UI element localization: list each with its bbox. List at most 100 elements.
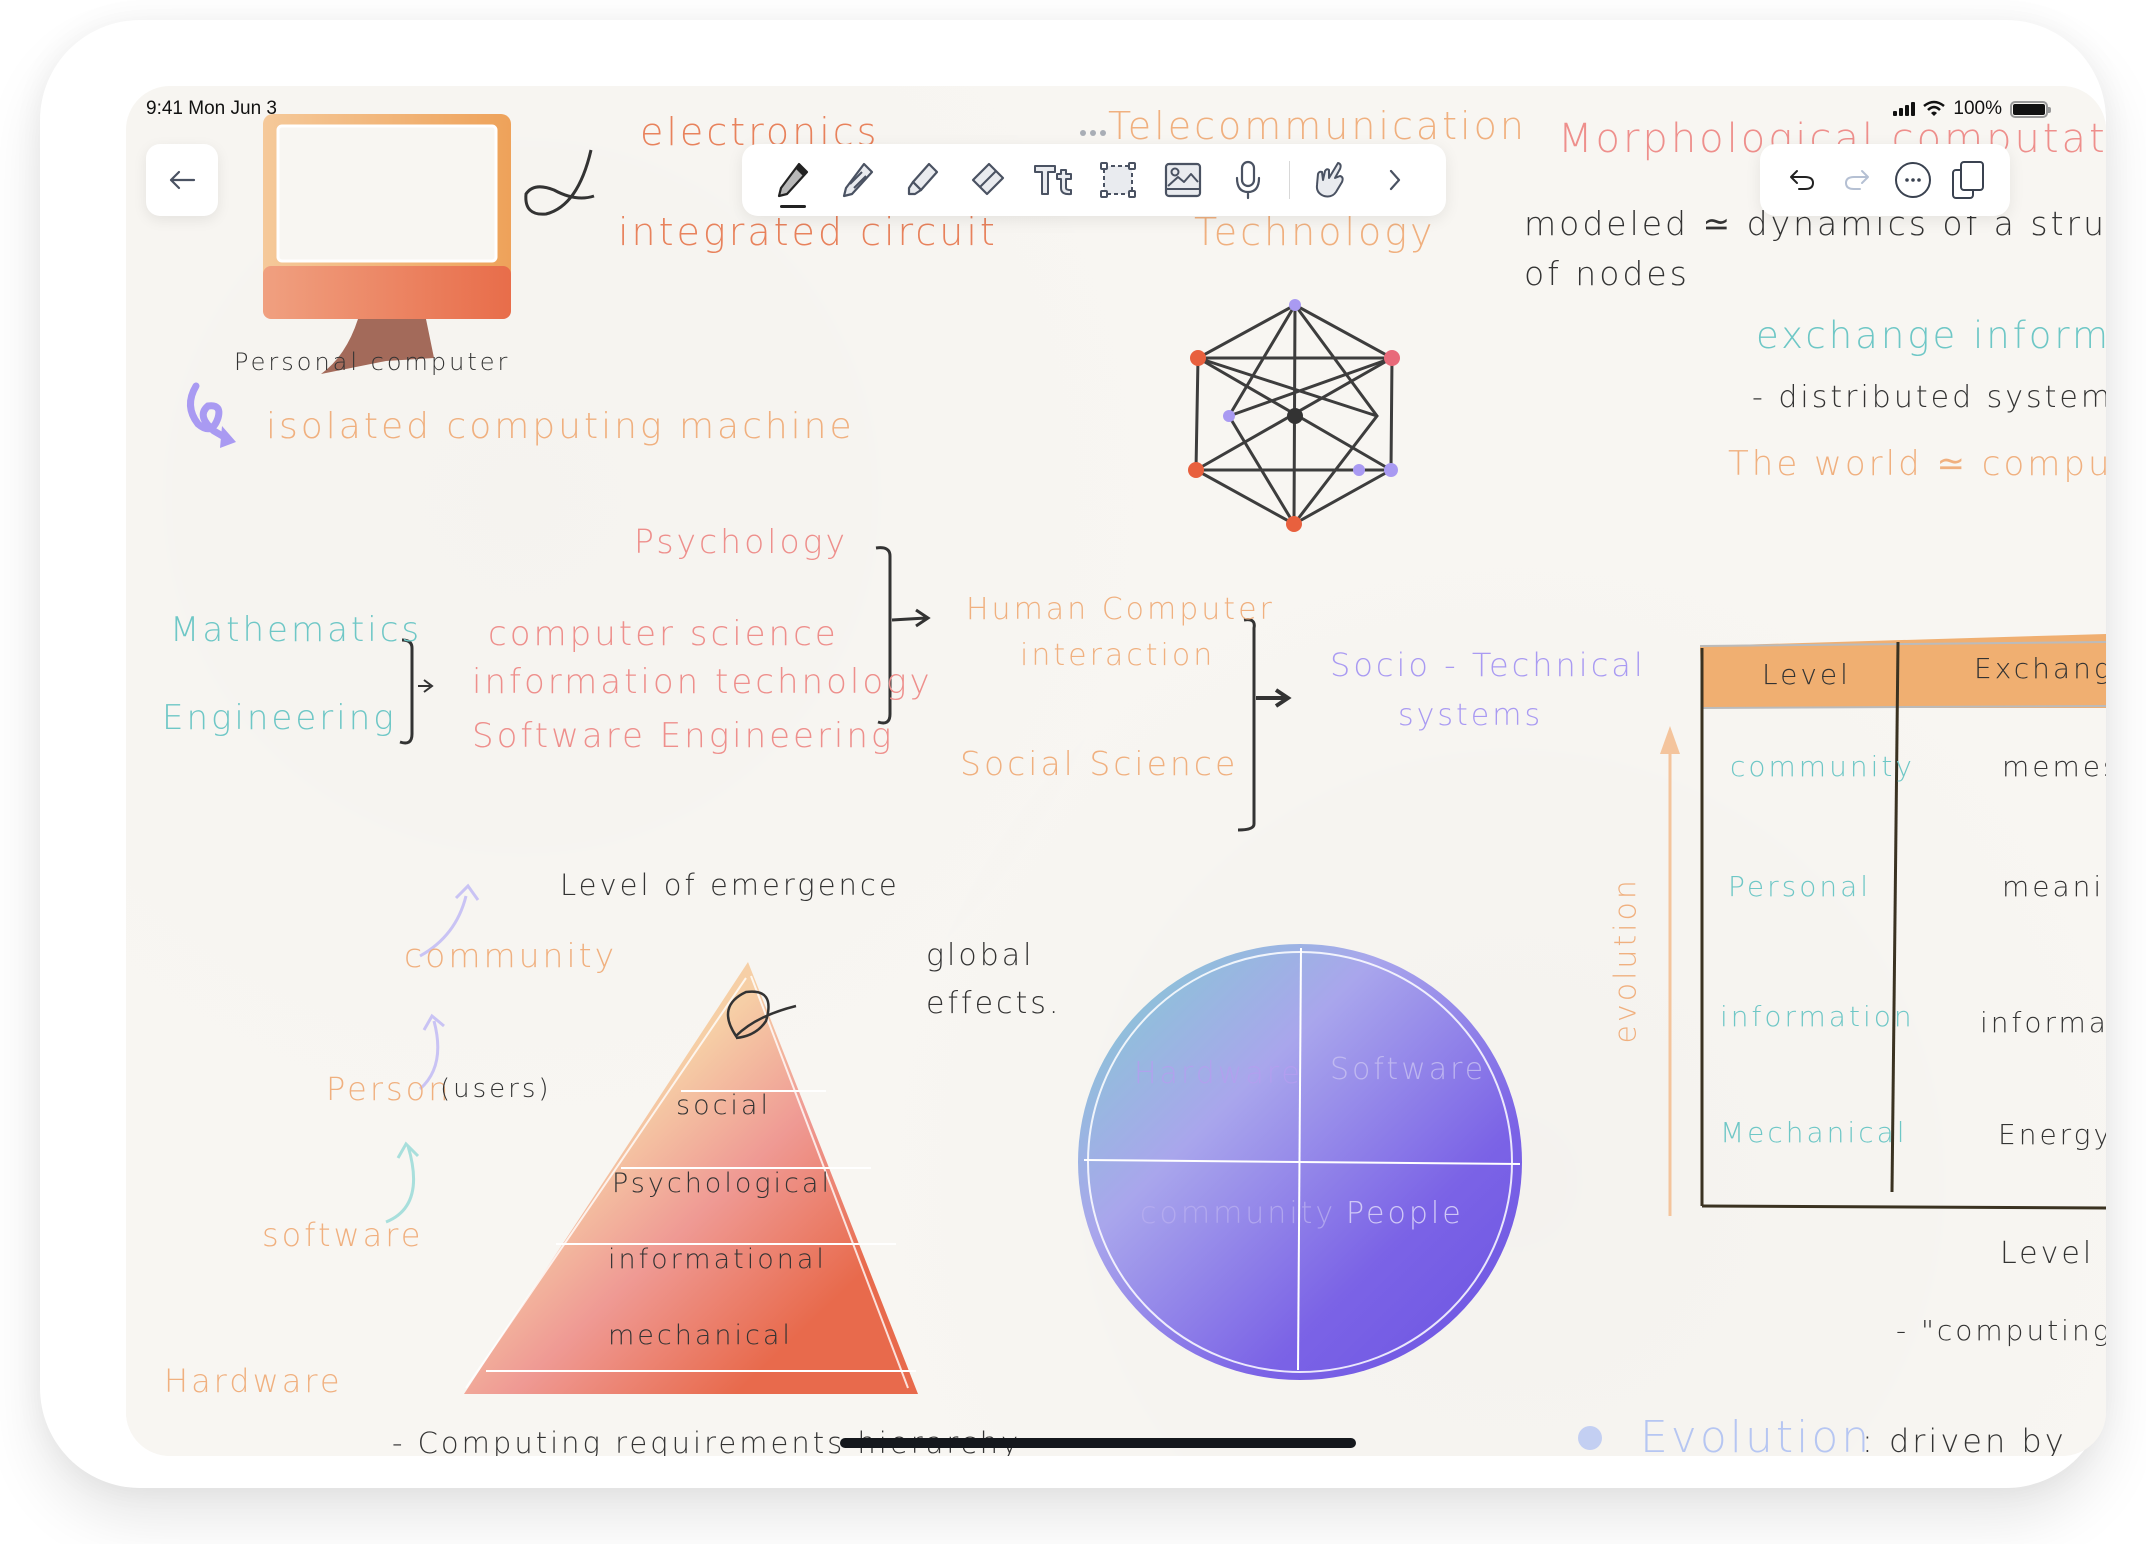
status-time: 9:41 Mon Jun 3: [146, 98, 277, 120]
social-science-text: Social Science: [960, 744, 1239, 783]
hand-pointer-icon: [1316, 162, 1344, 198]
global-effects-line2: effects.: [926, 986, 1062, 1021]
eraser-icon: [971, 162, 1004, 196]
redo-button[interactable]: [1832, 155, 1882, 205]
status-date: Mon Jun 3: [188, 98, 277, 119]
pencil-icon: [842, 162, 873, 198]
highlighter-icon: [907, 162, 938, 196]
redo-icon: [1845, 170, 1870, 190]
home-indicator[interactable]: [840, 1438, 1356, 1448]
tool-audio[interactable]: [1216, 150, 1281, 210]
toolbar-divider: [1288, 161, 1290, 199]
battery-icon: [2010, 100, 2051, 118]
tool-more[interactable]: [1363, 150, 1428, 210]
table-cell-level: information: [1720, 1000, 1915, 1033]
computer-science-text: computer science: [488, 614, 839, 654]
globe-label-hardware: Hardware: [1134, 1056, 1303, 1091]
toolbar-drag-handle[interactable]: [1080, 130, 1106, 136]
tool-gesture[interactable]: [1298, 150, 1363, 210]
table-cell-exchange: Energy: [1998, 1118, 2106, 1151]
software-engineering-text: Software Engineering: [472, 716, 895, 756]
ladder-hardware: Hardware: [164, 1362, 343, 1400]
notes-canvas[interactable]: Personal computer isolated computing mac…: [126, 86, 2106, 1456]
of-nodes-text: of nodes: [1524, 254, 1690, 293]
evolution-axis-label: evolution: [1608, 877, 1644, 1044]
arrow-left-icon: [169, 170, 196, 190]
battery-level: [2013, 103, 2045, 115]
telecommunication-text: Telecommunication: [1108, 104, 1527, 148]
arrow-up-icon: [385, 1141, 420, 1224]
ipad-frame: Personal computer isolated computing mac…: [40, 20, 2106, 1488]
tool-pen[interactable]: [760, 150, 825, 210]
status-clock: 9:41: [146, 98, 183, 119]
chevron-right-icon: [1390, 169, 1401, 191]
level-of-emergence-title: Level of emergence: [560, 868, 900, 902]
wifi-icon: [1923, 100, 1946, 116]
information-technology-text: information technology: [472, 662, 933, 702]
pages-button[interactable]: [1943, 155, 1993, 205]
personal-computer-caption: Personal computer: [234, 348, 511, 376]
technology-text: Technology: [1194, 210, 1436, 254]
socio-technical-text-line1: Socio - Technical: [1330, 646, 1646, 684]
arrow-up-icon: [1660, 726, 1680, 754]
psychology-text: Psychology: [634, 522, 848, 561]
tool-text[interactable]: [1020, 150, 1085, 210]
globe-label-software: Software: [1330, 1052, 1487, 1087]
computing-quote: - "computing i: [1896, 1314, 2106, 1347]
engineering-text: Engineering: [162, 698, 397, 738]
table-header-level: Level: [1762, 658, 1851, 691]
image-icon: [1165, 162, 1202, 198]
battery-percent: 100%: [1953, 98, 2002, 119]
users-note: (users): [440, 1074, 552, 1104]
globe-label-people: People: [1346, 1196, 1464, 1231]
pyramid-layer-psychological: Psychological: [612, 1168, 832, 1199]
tool-pencil[interactable]: [825, 150, 890, 210]
loop-arrow-icon: [187, 382, 230, 442]
distributed-systems-text: - distributed systems: [1752, 380, 2106, 415]
text-icon: [1033, 165, 1072, 196]
table-cell-exchange: memes: [2002, 750, 2106, 783]
exchange-information-text: exchange informa: [1756, 314, 2106, 357]
hci-text-line1: Human Computer: [966, 592, 1275, 627]
pyramid-layer-mechanical: mechanical: [608, 1320, 793, 1351]
hci-text-line2: interaction: [1020, 638, 1216, 673]
tool-eraser[interactable]: [955, 150, 1020, 210]
table-cell-level: Personal: [1728, 870, 1872, 903]
globe-drawing: [1078, 944, 1522, 1380]
ladder-person: Person: [326, 1070, 452, 1108]
undo-button[interactable]: [1777, 155, 1827, 205]
globe-label-community: community: [1140, 1196, 1337, 1231]
more-options-button[interactable]: [1888, 155, 1938, 205]
bracket: [399, 638, 414, 745]
document-actions: [1760, 144, 2010, 216]
back-button[interactable]: [146, 144, 218, 216]
world-computer-text: The world ≃ computer: [1728, 444, 2106, 484]
ladder-software: software: [262, 1216, 424, 1254]
tool-lasso-select[interactable]: [1085, 150, 1150, 210]
status-indicators: 100%: [1893, 98, 2051, 120]
tool-image[interactable]: [1151, 150, 1216, 210]
swirl-scribble: [524, 149, 595, 216]
table-cell-level: community: [1730, 750, 1915, 783]
integrated-circuit-text: integrated circuit: [618, 210, 998, 254]
evolution-keyword: Evolution: [1640, 1412, 1873, 1456]
pages-icon: [1952, 161, 1985, 199]
personal-computer-drawing: [263, 114, 511, 374]
microphone-icon: [1236, 160, 1261, 200]
table-header-exchange: Exchang: [1974, 652, 2106, 685]
drawing-toolbar: [742, 130, 1446, 216]
mathematics-text: Mathematics: [170, 610, 423, 650]
undo-icon: [1789, 170, 1814, 190]
pen-icon: [777, 162, 808, 198]
global-effects-line1: global: [926, 938, 1035, 973]
pyramid-layer-informational: informational: [608, 1244, 827, 1275]
pyramid-layer-social: social: [676, 1090, 771, 1121]
ellipsis-circle-icon: [1894, 162, 1931, 198]
table-footer-level: Level: [2000, 1236, 2095, 1271]
table-cell-exchange: informati: [1980, 1006, 2106, 1039]
evolution-driven-text: : driven by: [1862, 1422, 2067, 1456]
selection-icon: [1100, 162, 1137, 198]
table-cell-level: Mechanical: [1720, 1116, 1908, 1149]
signal-icon: [1893, 102, 1916, 116]
tool-highlighter[interactable]: [890, 150, 955, 210]
